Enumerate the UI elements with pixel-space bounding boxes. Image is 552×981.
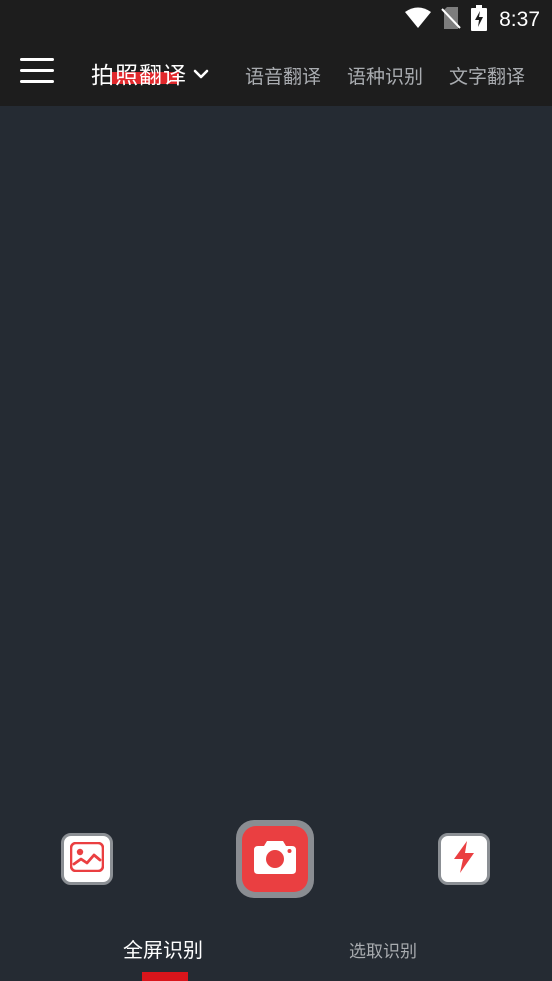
camera-icon [253, 839, 297, 879]
tab-select-recognition[interactable]: 选取识别 [349, 937, 417, 962]
no-sim-icon [441, 6, 461, 34]
chevron-down-icon [193, 65, 209, 84]
hamburger-menu-icon[interactable] [20, 58, 56, 88]
tab-full-screen-recognition[interactable]: 全屏识别 [123, 934, 203, 963]
status-bar: 8:37 [0, 0, 552, 40]
flash-icon [451, 840, 477, 878]
tab-language-detect[interactable]: 语种识别 [347, 62, 423, 89]
status-icons: 8:37 [405, 5, 540, 35]
tab-text-translate[interactable]: 文字翻译 [449, 62, 525, 89]
battery-charging-icon [471, 5, 488, 35]
shutter-button[interactable] [236, 820, 314, 898]
camera-viewfinder[interactable] [0, 106, 552, 806]
shutter-inner [242, 826, 308, 892]
mode-dropdown[interactable]: 拍照翻译 [91, 55, 209, 91]
camera-translate-screen: 8:37 拍照翻译 语音翻译 语种识别 文字翻译 全屏识别 选取识别 [0, 0, 552, 981]
status-time: 8:37 [499, 8, 540, 31]
wifi-icon [405, 7, 432, 33]
top-toolbar: 拍照翻译 语音翻译 语种识别 文字翻译 [0, 40, 552, 106]
flash-toggle-button[interactable] [438, 833, 490, 885]
current-mode-label: 拍照翻译 [91, 63, 187, 89]
active-tab-indicator [142, 972, 188, 981]
tab-voice-translate[interactable]: 语音翻译 [245, 62, 321, 89]
gallery-button[interactable] [61, 833, 113, 885]
image-gallery-icon [69, 841, 105, 876]
